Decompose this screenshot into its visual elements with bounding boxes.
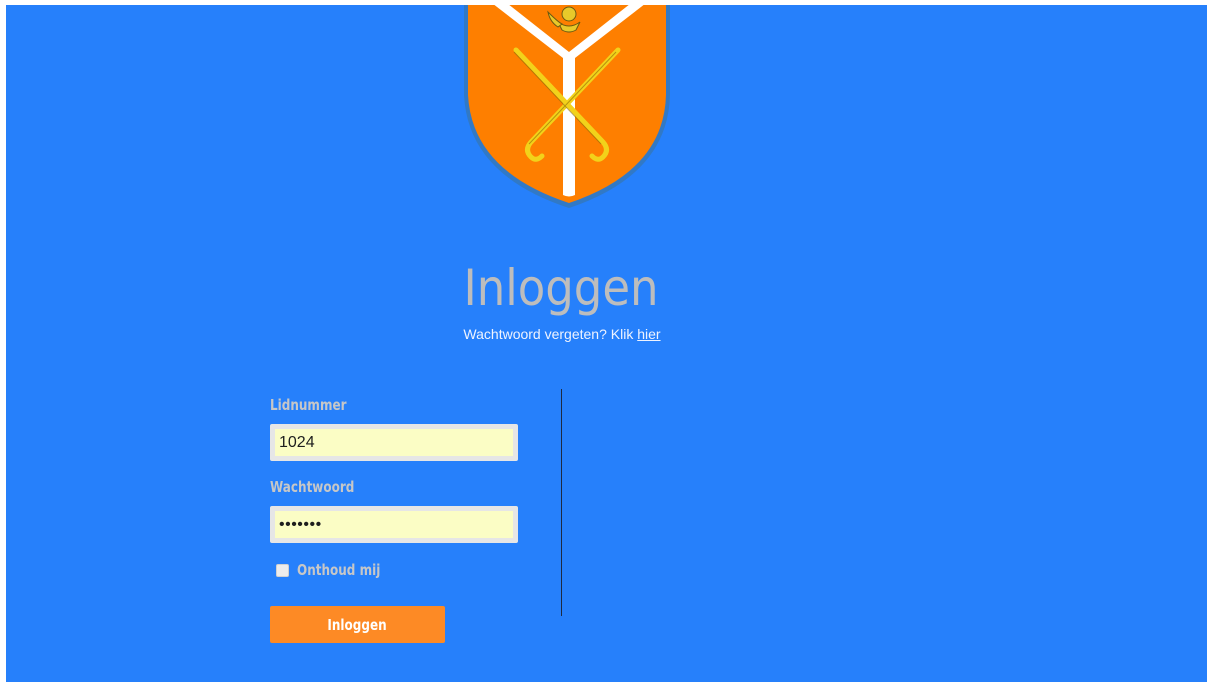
member-number-input[interactable] <box>275 429 513 456</box>
login-button[interactable]: Inloggen <box>270 606 445 643</box>
checkbox-icon[interactable] <box>276 563 289 577</box>
forgot-password-prefix: Wachtwoord vergeten? Klik <box>463 326 634 342</box>
page-title: Inloggen <box>463 259 659 317</box>
forgot-password-link[interactable]: hier <box>637 326 660 342</box>
remember-me-label[interactable]: Onthoud mij <box>297 561 380 579</box>
login-button-label: Inloggen <box>327 615 388 634</box>
forgot-password-text: Wachtwoord vergeten? Klik hier <box>6 326 1118 342</box>
remember-me-row[interactable]: Onthoud mij <box>274 560 401 580</box>
login-page: Inloggen Wachtwoord vergeten? Klik hier … <box>6 5 1207 682</box>
club-crest-logo <box>464 5 670 208</box>
password-field-wrapper <box>270 506 518 543</box>
member-number-label: Lidnummer <box>270 396 347 414</box>
vertical-divider <box>561 389 562 616</box>
member-number-field-wrapper <box>270 424 518 461</box>
password-label: Wachtwoord <box>270 478 355 496</box>
password-input[interactable] <box>275 511 513 538</box>
